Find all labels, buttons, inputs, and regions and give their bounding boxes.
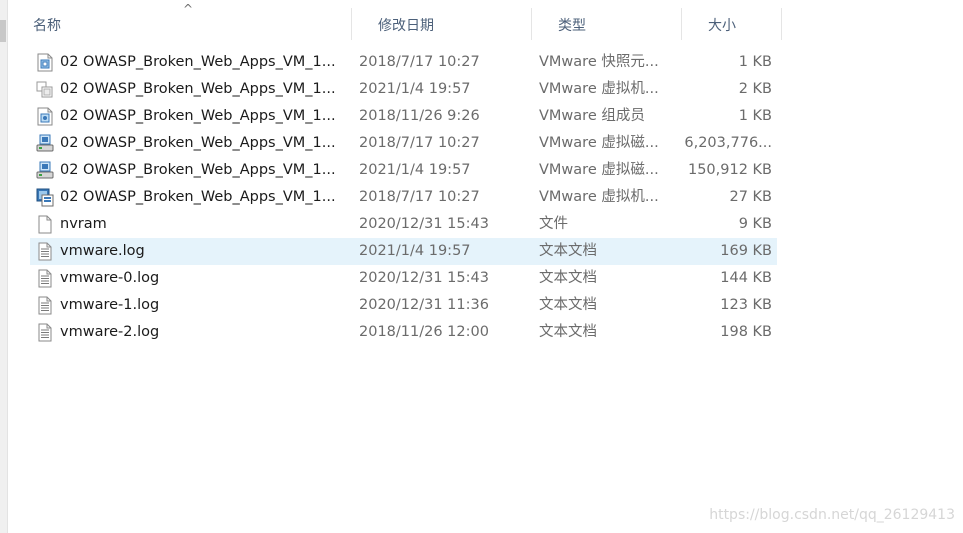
file-row[interactable]: 02 OWASP_Broken_Web_Apps_VM_1... 2018/7/1…: [30, 184, 777, 211]
file-size: 1 KB: [738, 54, 772, 70]
column-header-date[interactable]: 修改日期: [352, 0, 532, 40]
file-modified-date: 2020/12/31 15:43: [359, 270, 489, 286]
file-row[interactable]: 02 OWASP_Broken_Web_Apps_VM_1... 2021/1/4…: [30, 157, 777, 184]
file-modified-date: 2018/7/17 10:27: [359, 54, 480, 70]
file-modified-date: 2020/12/31 15:43: [359, 216, 489, 232]
sort-ascending-icon: ^: [183, 2, 194, 16]
text-file-icon: [36, 296, 54, 315]
file-type: VMware 快照元...: [539, 54, 659, 70]
file-type: VMware 虚拟机...: [539, 189, 659, 205]
file-type: VMware 组成员: [539, 108, 645, 124]
vmware-snapshot-icon: [36, 53, 54, 72]
file-size: 123 KB: [720, 297, 772, 313]
column-header-size-label: 大小: [708, 18, 736, 34]
file-size: 150,912 KB: [687, 162, 772, 178]
text-file-icon: [36, 323, 54, 342]
file-name: 02 OWASP_Broken_Web_Apps_VM_1...: [60, 135, 336, 151]
column-header-date-label: 修改日期: [378, 18, 434, 34]
file-size: 2 KB: [738, 81, 772, 97]
navigation-pane-edge[interactable]: [0, 0, 8, 533]
file-name: vmware-2.log: [60, 324, 160, 340]
file-name: 02 OWASP_Broken_Web_Apps_VM_1...: [60, 162, 336, 178]
column-header-name[interactable]: 名称 ^: [7, 0, 352, 40]
file-row[interactable]: 02 OWASP_Broken_Web_Apps_VM_1... 2018/11/…: [30, 103, 777, 130]
file-modified-date: 2021/1/4 19:57: [359, 81, 471, 97]
file-modified-date: 2018/7/17 10:27: [359, 135, 480, 151]
file-explorer-window: 名称 ^ 修改日期 类型 大小 02 OWASP_Broken_Web_Apps…: [0, 0, 963, 533]
file-size: 27 KB: [729, 189, 772, 205]
file-row[interactable]: 02 OWASP_Broken_Web_Apps_VM_1... 2021/1/4…: [30, 76, 777, 103]
file-modified-date: 2021/1/4 19:57: [359, 243, 471, 259]
column-header-type[interactable]: 类型: [532, 0, 682, 40]
file-name: 02 OWASP_Broken_Web_Apps_VM_1...: [60, 108, 336, 124]
file-size: 169 KB: [720, 243, 772, 259]
watermark-text: https://blog.csdn.net/qq_26129413: [709, 507, 955, 523]
file-name: 02 OWASP_Broken_Web_Apps_VM_1...: [60, 54, 336, 70]
file-name: 02 OWASP_Broken_Web_Apps_VM_1...: [60, 81, 336, 97]
file-size: 144 KB: [720, 270, 772, 286]
file-row[interactable]: vmware-1.log 2020/12/31 11:36 文本文档 123 KB: [30, 292, 777, 319]
file-modified-date: 2021/1/4 19:57: [359, 162, 471, 178]
file-list: 02 OWASP_Broken_Web_Apps_VM_1... 2018/7/1…: [30, 49, 777, 346]
vmware-disk-icon: [36, 134, 54, 153]
file-type: 文件: [539, 216, 568, 232]
file-row[interactable]: 02 OWASP_Broken_Web_Apps_VM_1... 2018/7/1…: [30, 49, 777, 76]
vmware-disk-icon: [36, 161, 54, 180]
column-header-bar: 名称 ^ 修改日期 类型 大小: [7, 0, 962, 44]
file-name: vmware-0.log: [60, 270, 160, 286]
column-header-name-label: 名称: [33, 18, 61, 34]
file-type: VMware 虚拟磁...: [539, 162, 659, 178]
file-type: 文本文档: [539, 243, 597, 259]
file-type: 文本文档: [539, 270, 597, 286]
file-type: 文本文档: [539, 324, 597, 340]
vmware-vm-icon: [36, 188, 54, 207]
file-size: 198 KB: [720, 324, 772, 340]
file-modified-date: 2018/11/26 9:26: [359, 108, 480, 124]
file-row[interactable]: vmware-2.log 2018/11/26 12:00 文本文档 198 KB: [30, 319, 777, 346]
text-file-icon: [36, 242, 54, 261]
file-row[interactable]: nvram 2020/12/31 15:43 文件 9 KB: [30, 211, 777, 238]
blank-file-icon: [36, 215, 54, 234]
file-size: 6,203,776...: [684, 135, 772, 151]
file-row[interactable]: 02 OWASP_Broken_Web_Apps_VM_1... 2018/7/1…: [30, 130, 777, 157]
file-modified-date: 2018/7/17 10:27: [359, 189, 480, 205]
file-type: VMware 虚拟机...: [539, 81, 659, 97]
file-row[interactable]: vmware.log 2021/1/4 19:57 文本文档 169 KB: [30, 238, 777, 265]
column-divider[interactable]: [781, 8, 782, 40]
column-header-type-label: 类型: [558, 18, 586, 34]
text-file-icon: [36, 269, 54, 288]
file-size: 1 KB: [738, 108, 772, 124]
file-modified-date: 2020/12/31 11:36: [359, 297, 489, 313]
column-header-size[interactable]: 大小: [682, 0, 782, 40]
file-name: vmware-1.log: [60, 297, 160, 313]
navigation-pane-scroll-thumb[interactable]: [0, 20, 6, 42]
file-name: vmware.log: [60, 243, 145, 259]
file-modified-date: 2018/11/26 12:00: [359, 324, 489, 340]
file-type: 文本文档: [539, 297, 597, 313]
vmware-team-member-icon: [36, 107, 54, 126]
file-size: 9 KB: [738, 216, 772, 232]
file-name: nvram: [60, 216, 107, 232]
file-name: 02 OWASP_Broken_Web_Apps_VM_1...: [60, 189, 336, 205]
file-row[interactable]: vmware-0.log 2020/12/31 15:43 文本文档 144 KB: [30, 265, 777, 292]
vmware-vm-config-icon: [36, 80, 54, 99]
file-type: VMware 虚拟磁...: [539, 135, 659, 151]
